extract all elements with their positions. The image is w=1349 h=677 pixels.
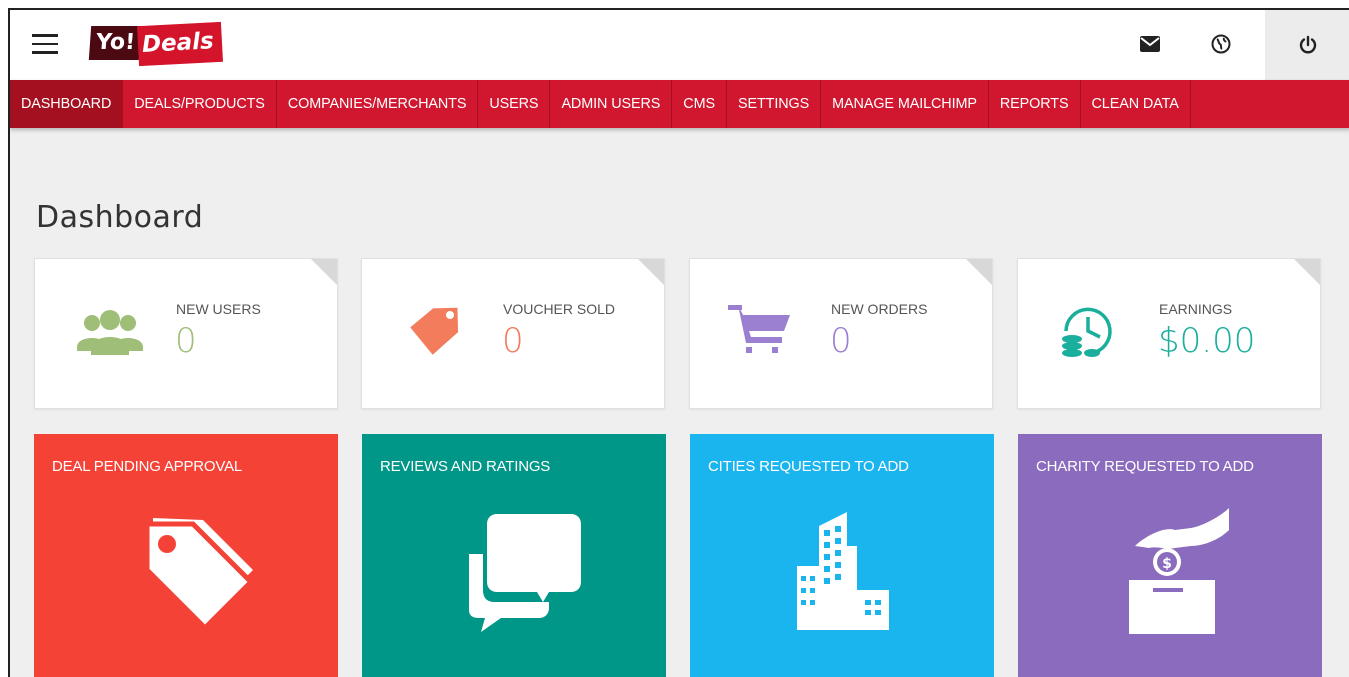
nav-reports[interactable]: REPORTS: [989, 80, 1081, 128]
tile-label: CITIES REQUESTED TO ADD: [708, 458, 909, 475]
stat-label: VOUCHER SOLD: [503, 301, 616, 317]
mail-icon[interactable]: [1138, 32, 1162, 56]
nav-deals-products[interactable]: DEALS/PRODUCTS: [123, 80, 277, 128]
tag-icon: [396, 301, 478, 365]
tile-deal-pending-approval[interactable]: DEAL PENDING APPROVAL: [34, 434, 338, 677]
nav-dashboard[interactable]: DASHBOARD: [10, 80, 124, 128]
donation-icon: $: [1095, 506, 1245, 641]
buildings-icon: [767, 506, 917, 641]
main-nav: DASHBOARD DEALS/PRODUCTS COMPANIES/MERCH…: [10, 80, 1349, 128]
logo-deals: Deals: [137, 21, 223, 67]
logo[interactable]: Yo! Deals: [88, 21, 223, 67]
globe-icon[interactable]: [1209, 32, 1233, 56]
logo-yo: Yo!: [88, 26, 142, 60]
users-icon: [69, 301, 151, 365]
tile-charity-requested-to-add[interactable]: CHARITY REQUESTED TO ADD $: [1018, 434, 1322, 677]
clock-coins-icon: [1052, 301, 1134, 365]
tile-cities-requested-to-add[interactable]: CITIES REQUESTED TO ADD: [690, 434, 994, 677]
stat-label: NEW USERS: [176, 301, 261, 317]
stat-card-earnings[interactable]: EARNINGS $0.00: [1017, 258, 1321, 409]
stat-value: 0: [502, 321, 524, 361]
tags-icon: [111, 506, 261, 641]
nav-clean-data[interactable]: CLEAN DATA: [1081, 80, 1191, 128]
corner-fold: [638, 259, 664, 285]
nav-manage-mailchimp[interactable]: MANAGE MAILCHIMP: [821, 80, 989, 128]
stat-value: $0.00: [1158, 321, 1256, 361]
cart-icon: [724, 301, 806, 365]
page-title: Dashboard: [36, 200, 204, 235]
stat-card-voucher-sold[interactable]: VOUCHER SOLD 0: [361, 258, 665, 409]
nav-users[interactable]: USERS: [478, 80, 551, 128]
corner-fold: [311, 259, 337, 285]
nav-cms[interactable]: CMS: [672, 80, 727, 128]
nav-settings[interactable]: SETTINGS: [727, 80, 822, 128]
svg-text:$: $: [1162, 556, 1172, 572]
stat-card-new-users[interactable]: NEW USERS 0: [34, 258, 338, 409]
tile-label: REVIEWS AND RATINGS: [380, 458, 551, 475]
power-icon: [1299, 35, 1317, 54]
tile-label: DEAL PENDING APPROVAL: [52, 458, 243, 475]
nav-admin-users[interactable]: ADMIN USERS: [550, 80, 673, 128]
corner-fold: [1294, 259, 1320, 285]
corner-fold: [966, 259, 992, 285]
tile-label: CHARITY REQUESTED TO ADD: [1036, 458, 1254, 475]
nav-companies-merchants[interactable]: COMPANIES/MERCHANTS: [277, 80, 479, 128]
stat-label: NEW ORDERS: [831, 301, 928, 317]
stat-value: 0: [830, 321, 852, 361]
stat-label: EARNINGS: [1159, 301, 1233, 317]
menu-icon[interactable]: [32, 34, 58, 54]
top-bar: Yo! Deals: [10, 10, 1349, 80]
stat-card-new-orders[interactable]: NEW ORDERS 0: [689, 258, 993, 409]
tile-reviews-and-ratings[interactable]: REVIEWS AND RATINGS: [362, 434, 666, 677]
chat-bubbles-icon: [439, 506, 589, 641]
power-button[interactable]: [1265, 10, 1349, 80]
stat-value: 0: [175, 321, 197, 361]
app-frame: Yo! Deals DASHBOARD DEALS/PRODUCTS COMPA…: [8, 8, 1349, 677]
